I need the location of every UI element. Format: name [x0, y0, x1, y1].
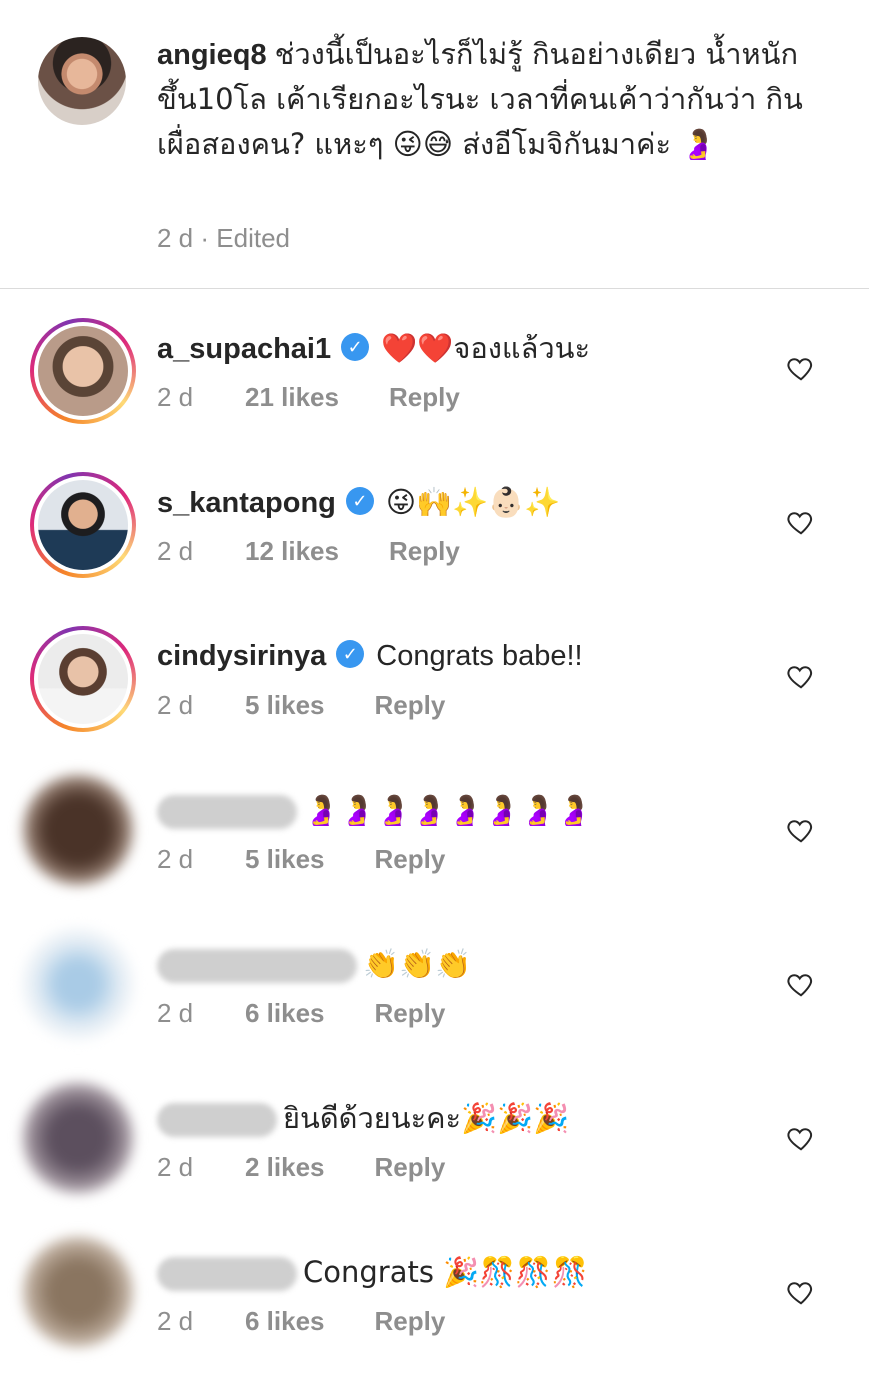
- reply-button[interactable]: Reply: [375, 690, 446, 721]
- comment-meta: 2 d 5 likes Reply: [157, 844, 445, 875]
- comment-text: ยินดีด้วยนะคะ🎉🎉🎉: [283, 1101, 570, 1135]
- comment-text: 🤰🤰🤰🤰🤰🤰🤰🤰: [303, 793, 592, 827]
- heart-outline-icon[interactable]: [786, 815, 816, 845]
- comment: s_kantapong ✓ 😜🙌✨👶🏻✨ 2 d 12 likes Reply: [0, 472, 869, 626]
- comment-text: 👏👏👏: [363, 947, 472, 981]
- reply-button[interactable]: Reply: [375, 998, 446, 1029]
- comment-line: 🤰🤰🤰🤰🤰🤰🤰🤰: [157, 790, 592, 831]
- comment: cindysirinya ✓ Congrats babe!! 2 d 5 likes R…: [0, 626, 869, 780]
- reply-button[interactable]: Reply: [375, 1306, 446, 1337]
- blurred-username[interactable]: [157, 1257, 297, 1292]
- comment-meta: 2 d 6 likes Reply: [157, 1306, 445, 1337]
- heart-outline-icon[interactable]: [786, 1123, 816, 1153]
- caption-time: 2 d: [157, 223, 194, 253]
- blurred-username[interactable]: [157, 1103, 277, 1138]
- comment-time: 2 d: [157, 1306, 194, 1336]
- comment: ยินดีด้วยนะคะ🎉🎉🎉 2 d 2 likes Reply: [0, 1082, 869, 1242]
- comment-meta: 2 d 21 likes Reply: [157, 382, 460, 413]
- comment-time: 2 d: [157, 1152, 194, 1182]
- heart-outline-icon[interactable]: [786, 661, 816, 691]
- heart-outline-icon[interactable]: [786, 969, 816, 999]
- comment-text: Congrats babe!!: [376, 640, 583, 672]
- comment-line: a_supachai1 ✓ ❤️❤️จองแล้วนะ: [157, 328, 590, 369]
- comment-time: 2 d: [157, 382, 194, 412]
- comment-line: ยินดีด้วยนะคะ🎉🎉🎉: [157, 1098, 569, 1139]
- divider: [0, 288, 869, 289]
- heart-outline-icon[interactable]: [786, 507, 816, 537]
- heart-outline-icon[interactable]: [786, 1277, 816, 1307]
- comment: 👏👏👏 2 d 6 likes Reply: [0, 928, 869, 1088]
- comment-meta: 2 d 2 likes Reply: [157, 1152, 445, 1183]
- reply-button[interactable]: Reply: [389, 382, 460, 413]
- caption-text-block: angieq8 ช่วงนี้เป็นอะไรก็ไม่รู้ กินอย่าง…: [157, 32, 837, 167]
- likes-count[interactable]: 2 likes: [245, 1152, 325, 1183]
- verified-badge-icon: ✓: [341, 333, 370, 362]
- comment: Congrats 🎉🎊🎊🎊 2 d 6 likes Reply: [0, 1236, 869, 1396]
- comment-time: 2 d: [157, 844, 194, 874]
- caption-username[interactable]: angieq8: [157, 39, 267, 71]
- verified-badge-icon: ✓: [345, 487, 374, 516]
- caption-meta: 2 d · Edited: [157, 223, 290, 254]
- comment-text: 😜🙌✨👶🏻✨: [385, 485, 561, 519]
- likes-count[interactable]: 6 likes: [245, 998, 325, 1029]
- comment-meta: 2 d 6 likes Reply: [157, 998, 445, 1029]
- heart-outline-icon[interactable]: [786, 353, 816, 383]
- comment-line: cindysirinya ✓ Congrats babe!!: [157, 636, 583, 676]
- blurred-username[interactable]: [157, 949, 357, 984]
- avatar[interactable]: [30, 318, 136, 424]
- likes-count[interactable]: 6 likes: [245, 1306, 325, 1337]
- comment-time: 2 d: [157, 998, 194, 1028]
- comment-text: ❤️❤️จองแล้วนะ: [381, 331, 591, 365]
- comment-meta: 2 d 5 likes Reply: [157, 690, 445, 721]
- post-caption: angieq8 ช่วงนี้เป็นอะไรก็ไม่รู้ กินอย่าง…: [0, 0, 869, 288]
- comment-line: s_kantapong ✓ 😜🙌✨👶🏻✨: [157, 482, 561, 523]
- reply-button[interactable]: Reply: [375, 1152, 446, 1183]
- avatar[interactable]: [22, 1236, 134, 1348]
- edited-label: · Edited: [200, 223, 290, 253]
- avatar[interactable]: [30, 472, 136, 578]
- reply-button[interactable]: Reply: [375, 844, 446, 875]
- likes-count[interactable]: 21 likes: [245, 382, 339, 413]
- comment-text: Congrats 🎉🎊🎊🎊: [303, 1255, 588, 1289]
- avatar[interactable]: [22, 774, 134, 886]
- comment-username[interactable]: cindysirinya: [157, 640, 326, 672]
- comment-username[interactable]: a_supachai1: [157, 333, 331, 365]
- comment: a_supachai1 ✓ ❤️❤️จองแล้วนะ 2 d 21 likes Rep…: [0, 318, 869, 472]
- avatar[interactable]: [38, 37, 126, 125]
- comment-meta: 2 d 12 likes Reply: [157, 536, 460, 567]
- avatar[interactable]: [22, 928, 134, 1040]
- avatar[interactable]: [22, 1082, 134, 1194]
- comment-time: 2 d: [157, 536, 194, 566]
- comment: 🤰🤰🤰🤰🤰🤰🤰🤰 2 d 5 likes Reply: [0, 774, 869, 934]
- verified-badge-icon: ✓: [336, 640, 365, 669]
- reply-button[interactable]: Reply: [389, 536, 460, 567]
- comment-line: 👏👏👏: [157, 944, 471, 985]
- comment-line: Congrats 🎉🎊🎊🎊: [157, 1252, 588, 1293]
- blurred-username[interactable]: [157, 795, 297, 830]
- comment-time: 2 d: [157, 690, 194, 720]
- likes-count[interactable]: 5 likes: [245, 690, 325, 721]
- comment-username[interactable]: s_kantapong: [157, 487, 336, 519]
- likes-count[interactable]: 12 likes: [245, 536, 339, 567]
- avatar[interactable]: [30, 626, 136, 732]
- likes-count[interactable]: 5 likes: [245, 844, 325, 875]
